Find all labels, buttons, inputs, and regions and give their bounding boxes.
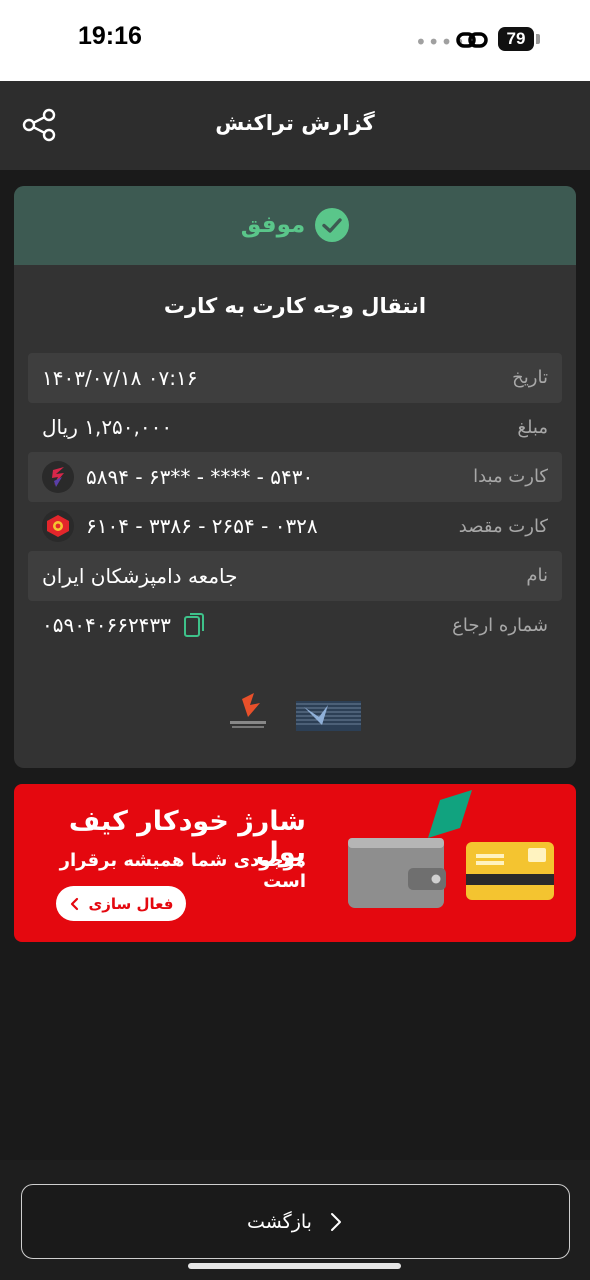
date-value: ۱۴۰۳/۰۷/۱۸ ۰۷:۱۶ [42,365,198,390]
chevron-right-icon [330,1212,341,1231]
reference-number: ۰۵۹۰۴۰۶۶۲۴۳۳ [42,613,171,638]
battery-tip [536,34,540,44]
receipt-rows: ۱۴۰۳/۰۷/۱۸ ۰۷:۱۶ تاریخ ۱,۲۵۰,۰۰۰ ریال مب… [28,353,562,650]
row-reference: ۰۵۹۰۴۰۶۶۲۴۳۳ شماره ارجاع [28,601,562,651]
amount-value: ۱,۲۵۰,۰۰۰ ریال [42,415,173,440]
autocharge-banner[interactable]: شارژ خودکار کیف پول موجودی شما همیشه برق… [14,784,576,942]
source-bank-logo-icon [42,460,74,493]
battery-icon: 79 [498,27,534,51]
link-icon [456,32,488,48]
row-destination-card: ۶۱۰۴ - ۳۳۸۶ - ۲۶۵۴ - ۰۳۲۸ کارت مقصد [28,502,562,552]
home-indicator [188,1263,401,1269]
app-header: گزارش تراکنش [0,81,590,170]
provider-logo-icon [230,693,266,728]
reference-label: شماره ارجاع [452,614,548,636]
date-label: تاریخ [512,367,548,389]
back-button[interactable]: بازگشت [21,1184,570,1259]
destination-card-label: کارت مقصد [458,515,548,537]
transaction-title: انتقال وجه کارت به کارت [163,294,427,318]
destination-bank-logo-icon [42,510,74,543]
activate-label: فعال سازی [88,894,174,913]
partner-logos [230,693,361,731]
status-time: 19:16 [78,22,142,50]
row-date: ۱۴۰۳/۰۷/۱۸ ۰۷:۱۶ تاریخ [28,353,562,403]
activate-button[interactable]: فعال سازی [56,886,186,921]
back-label: بازگشت [247,1210,312,1233]
page-title: گزارش تراکنش [215,111,375,135]
source-card-label: کارت مبدا [473,466,548,488]
amount-label: مبلغ [517,416,548,438]
copy-icon[interactable] [183,612,205,638]
row-name: جامعه دامپزشکان ایران نام [28,551,562,601]
status-label: موفق [240,212,306,238]
destination-card-number: ۶۱۰۴ - ۳۳۸۶ - ۲۶۵۴ - ۰۳۲۸ [86,514,318,539]
status-bar: 19:16 •••• 79 [0,0,590,81]
status-strip: موفق [14,186,576,265]
row-amount: ۱,۲۵۰,۰۰۰ ریال مبلغ [28,403,562,453]
wallet-card-illustration [348,790,554,908]
source-card-number: ۵۸۹۴ - ۶۳** - **** - ۵۴۳۰ [86,464,314,489]
shaparak-logo-icon [296,701,361,731]
check-circle-icon [315,208,350,242]
chevron-left-icon [70,897,78,910]
row-source-card: ۵۸۹۴ - ۶۳** - **** - ۵۴۳۰ کارت مبدا [28,452,562,502]
name-value: جامعه دامپزشکان ایران [42,563,238,588]
name-label: نام [526,565,548,587]
receipt-card: موفق انتقال وجه کارت به کارت ۱۴۰۳/۰۷/۱۸ … [14,186,576,768]
